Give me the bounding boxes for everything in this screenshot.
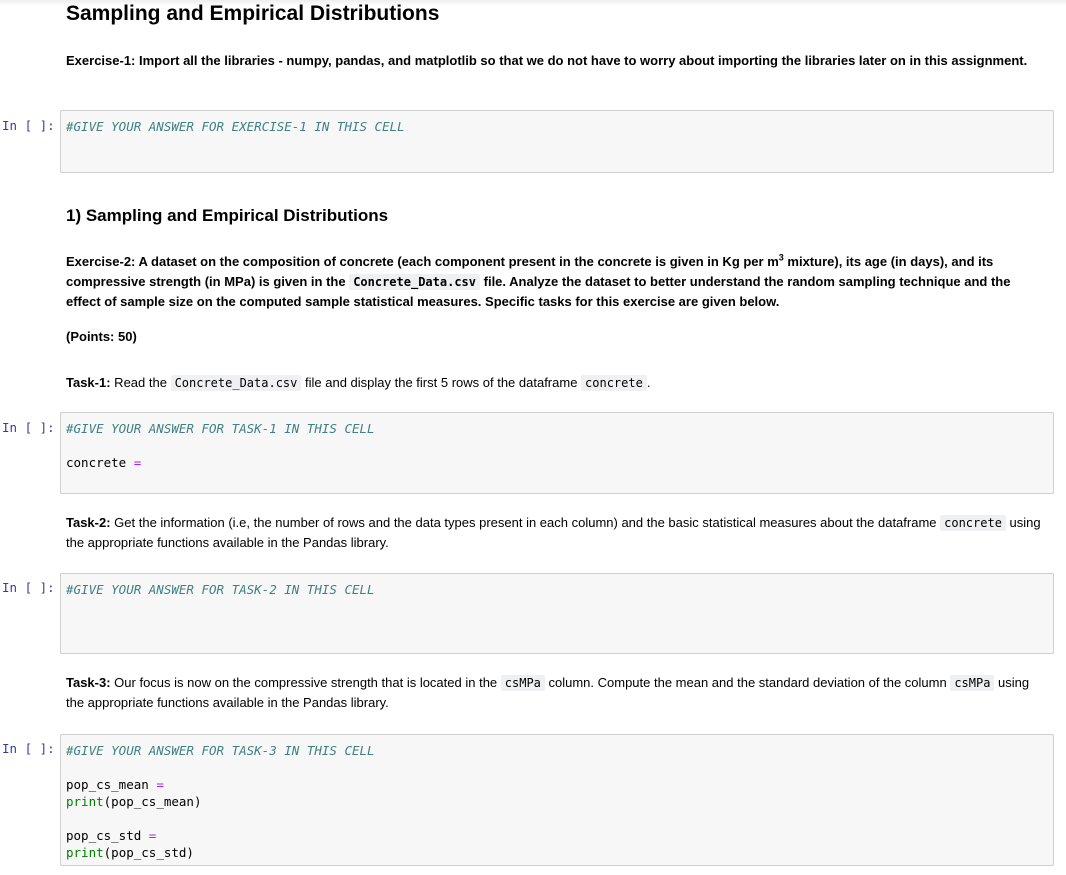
code-operator: = — [133, 455, 142, 470]
exercise-1-label: Exercise-1: — [66, 53, 136, 68]
section-title: 1) Sampling and Empirical Distributions — [66, 206, 389, 225]
code-cell-exercise-1[interactable]: #GIVE YOUR ANSWER FOR EXERCISE-1 IN THIS… — [60, 110, 1054, 173]
code-args: (pop_cs_mean) — [103, 794, 202, 809]
task-2-text: Task-2: Get the information (i.e, the nu… — [66, 513, 1046, 553]
task-1-label: Task-1: — [66, 375, 111, 390]
code-variable: pop_cs_mean — [66, 777, 157, 792]
code-cell-task-1[interactable]: #GIVE YOUR ANSWER FOR TASK-1 IN THIS CEL… — [60, 412, 1054, 494]
task-3-text-part: column. Compute the mean and the standar… — [544, 675, 951, 690]
code-variable: concrete — [66, 455, 134, 470]
cell-4-prompt: In [ ]: — [2, 741, 55, 756]
cell-1-prompt: In [ ]: — [2, 118, 55, 133]
points-text: (Points: 50) — [66, 329, 137, 344]
task-2-text-part: Get the information (i.e, the number of … — [110, 515, 941, 530]
code-comment: #GIVE YOUR ANSWER FOR EXERCISE-1 IN THIS… — [66, 119, 405, 134]
column-code: csMPa — [500, 675, 545, 691]
notebook-title: Sampling and Empirical Distributions — [66, 2, 440, 25]
cell-2-prompt: In [ ]: — [2, 420, 55, 435]
task-1-text: Task-1: Read the Concrete_Data.csv file … — [66, 373, 1046, 393]
code-variable: pop_cs_std — [66, 828, 149, 843]
code-line-std: pop_cs_std = — [66, 827, 1048, 844]
cell-3-prompt: In [ ]: — [2, 580, 55, 595]
task-1-text-part: . — [646, 375, 651, 390]
code-comment: #GIVE YOUR ANSWER FOR TASK-3 IN THIS CEL… — [66, 743, 375, 758]
code-operator: = — [156, 777, 164, 792]
task-1-text-part: Read the — [110, 375, 171, 390]
dataframe-code: concrete — [581, 375, 647, 391]
code-line-print-std: print(pop_cs_std) — [66, 844, 1048, 861]
code-comment: #GIVE YOUR ANSWER FOR TASK-1 IN THIS CEL… — [66, 421, 375, 436]
code-line-mean: pop_cs_mean = — [66, 776, 1048, 793]
exercise-2-label: Exercise-2: — [66, 254, 136, 269]
task-1-text-part: file and display the first 5 rows of the… — [301, 375, 582, 390]
column-code: csMPa — [950, 675, 995, 691]
task-3-label: Task-3: — [66, 675, 111, 690]
code-builtin: print — [66, 845, 104, 860]
code-line-print-mean: print(pop_cs_mean) — [66, 793, 1048, 810]
code-line-concrete: concrete = — [66, 454, 1048, 471]
dataframe-code: concrete — [940, 515, 1006, 531]
code-cell-task-3[interactable]: #GIVE YOUR ANSWER FOR TASK-3 IN THIS CEL… — [60, 734, 1054, 866]
code-builtin: print — [66, 794, 104, 809]
code-operator: = — [148, 828, 157, 843]
task-2-label: Task-2: — [66, 515, 111, 530]
filename-code: Concrete_Data.csv — [170, 375, 302, 391]
exercise-2-text-part: A dataset on the composition of concrete… — [138, 254, 779, 269]
exercise-2-text: Exercise-2: A dataset on the composition… — [66, 252, 1046, 312]
code-args: (pop_cs_std) — [103, 845, 194, 860]
exercise-1-description: Import all the libraries - numpy, pandas… — [139, 53, 1028, 68]
exercise-1-text: Exercise-1: Import all the libraries - n… — [66, 51, 1046, 71]
task-3-text-part: Our focus is now on the compressive stre… — [110, 675, 501, 690]
filename-code: Concrete_Data.csv — [349, 274, 481, 290]
task-3-text: Task-3: Our focus is now on the compress… — [66, 673, 1046, 713]
code-cell-task-2[interactable]: #GIVE YOUR ANSWER FOR TASK-2 IN THIS CEL… — [60, 573, 1054, 654]
code-comment: #GIVE YOUR ANSWER FOR TASK-2 IN THIS CEL… — [66, 582, 375, 597]
